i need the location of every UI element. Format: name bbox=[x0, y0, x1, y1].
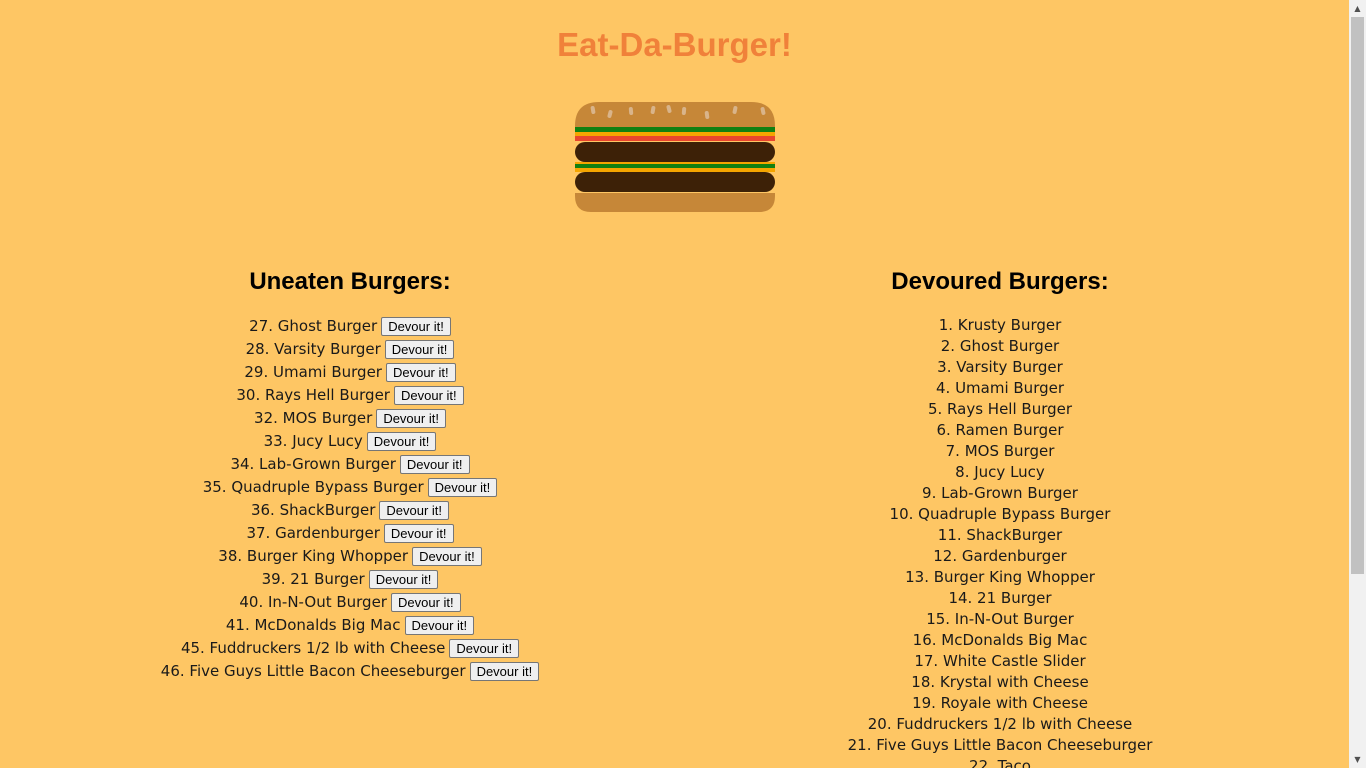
uneaten-burger-item: 32. MOS Burger Devour it! bbox=[0, 407, 700, 430]
vertical-scrollbar[interactable]: ▲ ▼ bbox=[1349, 0, 1366, 768]
devoured-burger-item: 6. Ramen Burger bbox=[936, 421, 1064, 439]
uneaten-list: 27. Ghost Burger Devour it! 28. Varsity Bu… bbox=[0, 315, 700, 683]
devoured-burger-item: 14. 21 Burger bbox=[948, 589, 1052, 607]
devour-button[interactable]: Devour it! bbox=[390, 593, 461, 612]
devour-button[interactable]: Devour it! bbox=[366, 432, 437, 451]
burger-name: 30. Rays Hell Burger bbox=[236, 386, 390, 404]
uneaten-section: Uneaten Burgers: 27. Ghost Burger Devour … bbox=[0, 267, 700, 683]
devour-button[interactable]: Devour it! bbox=[368, 570, 439, 589]
devour-button[interactable]: Devour it! bbox=[399, 455, 470, 474]
uneaten-burger-item: 34. Lab-Grown Burger Devour it! bbox=[0, 453, 700, 476]
devour-button[interactable]: Devour it! bbox=[383, 524, 454, 543]
burger-name: 40. In-N-Out Burger bbox=[239, 593, 387, 611]
devoured-section: Devoured Burgers: 1. Krusty Burger 2. Gho… bbox=[650, 267, 1350, 768]
uneaten-burger-item: 36. ShackBurger Devour it! bbox=[0, 499, 700, 522]
devoured-burger-item: 22. Taco bbox=[969, 757, 1031, 768]
devoured-burger-item: 20. Fuddruckers 1/2 lb with Cheese bbox=[867, 715, 1133, 733]
burger-name: 34. Lab-Grown Burger bbox=[230, 455, 396, 473]
devoured-burger-item: 8. Jucy Lucy bbox=[955, 463, 1045, 481]
devoured-burger-item: 15. In-N-Out Burger bbox=[926, 610, 1074, 628]
devour-button[interactable]: Devour it! bbox=[469, 662, 540, 681]
devoured-burger-item: 12. Gardenburger bbox=[933, 547, 1067, 565]
scrollbar-thumb[interactable] bbox=[1351, 17, 1364, 574]
uneaten-burger-item: 40. In-N-Out Burger Devour it! bbox=[0, 591, 700, 614]
scroll-down-arrow-icon[interactable]: ▼ bbox=[1349, 751, 1366, 768]
burger-name: 36. ShackBurger bbox=[250, 501, 376, 519]
burger-name: 38. Burger King Whopper bbox=[218, 547, 409, 565]
burger-name: 46. Five Guys Little Bacon Cheeseburger bbox=[160, 662, 466, 680]
uneaten-heading: Uneaten Burgers: bbox=[249, 268, 451, 295]
uneaten-burger-item: 35. Quadruple Bypass Burger Devour it! bbox=[0, 476, 700, 499]
devoured-burger-item: 3. Varsity Burger bbox=[937, 358, 1063, 376]
devoured-burger-item: 10. Quadruple Bypass Burger bbox=[889, 505, 1111, 523]
uneaten-burger-item: 46. Five Guys Little Bacon Cheeseburger D… bbox=[0, 660, 700, 683]
burger-name: 27. Ghost Burger bbox=[249, 317, 378, 335]
devoured-burger-item: 18. Krystal with Cheese bbox=[911, 673, 1089, 691]
devoured-burger-item: 16. McDonalds Big Mac bbox=[912, 631, 1088, 649]
devour-button[interactable]: Devour it! bbox=[404, 616, 475, 635]
uneaten-burger-item: 45. Fuddruckers 1/2 lb with Cheese Devour… bbox=[0, 637, 700, 660]
devour-button[interactable]: Devour it! bbox=[379, 501, 450, 520]
devoured-burger-item: 4. Umami Burger bbox=[935, 379, 1065, 397]
devoured-burger-item: 21. Five Guys Little Bacon Cheeseburger bbox=[847, 736, 1153, 754]
burger-name: 45. Fuddruckers 1/2 lb with Cheese bbox=[180, 639, 446, 657]
uneaten-burger-item: 30. Rays Hell Burger Devour it! bbox=[0, 384, 700, 407]
uneaten-burger-item: 33. Jucy Lucy Devour it! bbox=[0, 430, 700, 453]
devoured-list: 1. Krusty Burger 2. Ghost Burger 3. Varsit… bbox=[650, 315, 1350, 768]
devoured-burger-item: 1. Krusty Burger bbox=[938, 316, 1062, 334]
burger-name: 37. Gardenburger bbox=[246, 524, 380, 542]
devoured-burger-item: 19. Royale with Cheese bbox=[912, 694, 1088, 712]
uneaten-burger-item: 38. Burger King Whopper Devour it! bbox=[0, 545, 700, 568]
uneaten-burger-item: 39. 21 Burger Devour it! bbox=[0, 568, 700, 591]
burger-name: 33. Jucy Lucy bbox=[263, 432, 363, 450]
devour-button[interactable]: Devour it! bbox=[393, 386, 464, 405]
burger-name: 29. Umami Burger bbox=[244, 363, 382, 381]
devoured-burger-item: 13. Burger King Whopper bbox=[905, 568, 1095, 586]
devour-button[interactable]: Devour it! bbox=[449, 639, 520, 658]
page-title: Eat-Da-Burger! bbox=[557, 26, 792, 63]
burger-name: 41. McDonalds Big Mac bbox=[225, 616, 401, 634]
devoured-burger-item: 7. MOS Burger bbox=[945, 442, 1055, 460]
devoured-burger-item: 2. Ghost Burger bbox=[940, 337, 1060, 355]
devour-button[interactable]: Devour it! bbox=[385, 363, 456, 382]
uneaten-burger-item: 28. Varsity Burger Devour it! bbox=[0, 338, 700, 361]
devoured-burger-item: 11. ShackBurger bbox=[937, 526, 1063, 544]
burger-name: 32. MOS Burger bbox=[254, 409, 373, 427]
devour-button[interactable]: Devour it! bbox=[412, 547, 482, 566]
devour-button[interactable]: Devour it! bbox=[427, 478, 498, 497]
devoured-burger-item: 17. White Castle Slider bbox=[914, 652, 1086, 670]
devour-button[interactable]: Devour it! bbox=[381, 317, 451, 336]
burger-name: 35. Quadruple Bypass Burger bbox=[202, 478, 424, 496]
page: Eat-Da-Burger! Uneaten Burgers: 27. Ghos… bbox=[0, 0, 1349, 768]
scroll-up-arrow-icon[interactable]: ▲ bbox=[1349, 0, 1366, 17]
burger-name: 28. Varsity Burger bbox=[245, 340, 381, 358]
devour-button[interactable]: Devour it! bbox=[376, 409, 446, 428]
devoured-heading: Devoured Burgers: bbox=[891, 268, 1109, 295]
devoured-burger-item: 5. Rays Hell Burger bbox=[927, 400, 1073, 418]
uneaten-burger-item: 27. Ghost Burger Devour it! bbox=[0, 315, 700, 338]
burger-name: 39. 21 Burger bbox=[261, 570, 365, 588]
burger-icon bbox=[575, 102, 775, 212]
uneaten-burger-item: 29. Umami Burger Devour it! bbox=[0, 361, 700, 384]
devoured-burger-item: 9. Lab-Grown Burger bbox=[922, 484, 1078, 502]
uneaten-burger-item: 41. McDonalds Big Mac Devour it! bbox=[0, 614, 700, 637]
devour-button[interactable]: Devour it! bbox=[384, 340, 455, 359]
uneaten-burger-item: 37. Gardenburger Devour it! bbox=[0, 522, 700, 545]
